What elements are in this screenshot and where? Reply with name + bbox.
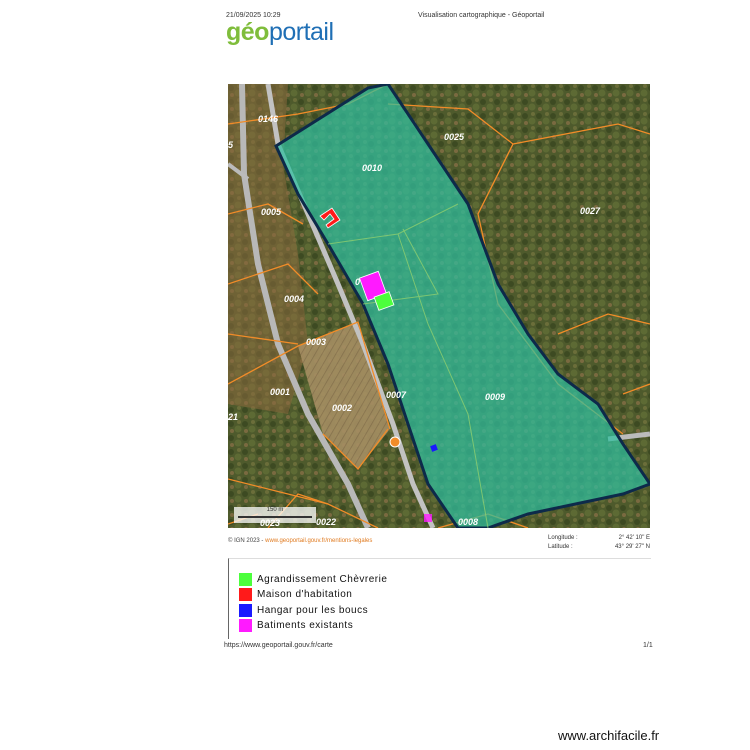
- parcel-label-0008: 0008: [458, 517, 478, 527]
- parcel-label-0022: 0022: [316, 517, 336, 527]
- parcel-label-21: 21: [228, 412, 238, 422]
- scale-bar-text: 150 m: [266, 507, 284, 513]
- print-page-title: Visualisation cartographique - Géoportai…: [418, 12, 545, 19]
- longitude-label: Longitude :: [548, 535, 578, 541]
- legend-label: Agrandissement Chèvrerie: [257, 574, 388, 585]
- parcel-label-0007: 0007: [386, 390, 407, 400]
- coordinates-panel: Longitude : 2° 42' 10" E Latitude : 43° …: [548, 534, 650, 552]
- legend-label: Hangar pour les boucs: [257, 605, 369, 616]
- parcel-label-0009: 0009: [485, 392, 505, 402]
- parcel-label-0004: 0004: [284, 294, 304, 304]
- legend-label: Maison d'habitation: [257, 589, 353, 600]
- print-footer-page: 1/1: [643, 642, 653, 649]
- parcel-label-0010: 0010: [362, 163, 382, 173]
- map-canvas: 0146 0025 0010 0005 0027 0004 0003 0001 …: [228, 84, 650, 528]
- legend-item-maison: Maison d'habitation: [239, 588, 352, 601]
- parcel-label-0005: 0005: [261, 207, 282, 217]
- map-view[interactable]: 0146 0025 0010 0005 0027 0004 0003 0001 …: [228, 84, 650, 528]
- logo-portail-text: portail: [268, 18, 334, 46]
- credits-link[interactable]: www.geoportail.gouv.fr/mentions-legales: [265, 538, 372, 544]
- scale-bar: 150 m: [234, 507, 316, 523]
- parcel-label-0001: 0001: [270, 387, 290, 397]
- location-marker-icon[interactable]: [389, 436, 401, 448]
- parcel-label-0: 0: [355, 277, 360, 287]
- parcel-label-0025: 0025: [444, 132, 465, 142]
- legend-item-agrandissement: Agrandissement Chèvrerie: [239, 573, 387, 586]
- legend-item-batiments: Batiments existants: [239, 619, 353, 632]
- legend-label: Batiments existants: [257, 620, 354, 631]
- legend-swatch-blue: [239, 604, 252, 617]
- credits-prefix: © IGN 2023 -: [228, 538, 266, 544]
- batiment-existant-small[interactable]: [424, 514, 432, 522]
- parcel-label-0002: 0002: [332, 403, 352, 413]
- map-legend: Agrandissement Chèvrerie Maison d'habita…: [228, 558, 651, 639]
- legend-swatch-magenta: [239, 619, 252, 632]
- geoportail-logo: géoportail: [226, 20, 334, 45]
- scale-bar-line: [238, 516, 312, 518]
- latitude-label: Latitude :: [548, 544, 573, 550]
- archifacile-watermark: www.archifacile.fr: [558, 728, 660, 743]
- legend-item-hangar: Hangar pour les boucs: [239, 604, 368, 617]
- parcel-label-0146: 0146: [258, 114, 279, 124]
- map-credits: © IGN 2023 - www.geoportail.gouv.fr/ment…: [228, 538, 372, 544]
- legend-swatch-green: [239, 573, 252, 586]
- print-footer-url: https://www.geoportail.gouv.fr/carte: [224, 642, 333, 649]
- logo-geo-text: géo: [226, 18, 269, 46]
- parcel-label-0027: 0027: [580, 206, 601, 216]
- longitude-value: 2° 42' 10" E: [618, 535, 650, 541]
- legend-swatch-red: [239, 588, 252, 601]
- parcel-label-0003: 0003: [306, 337, 326, 347]
- latitude-value: 43° 29' 27" N: [614, 544, 650, 550]
